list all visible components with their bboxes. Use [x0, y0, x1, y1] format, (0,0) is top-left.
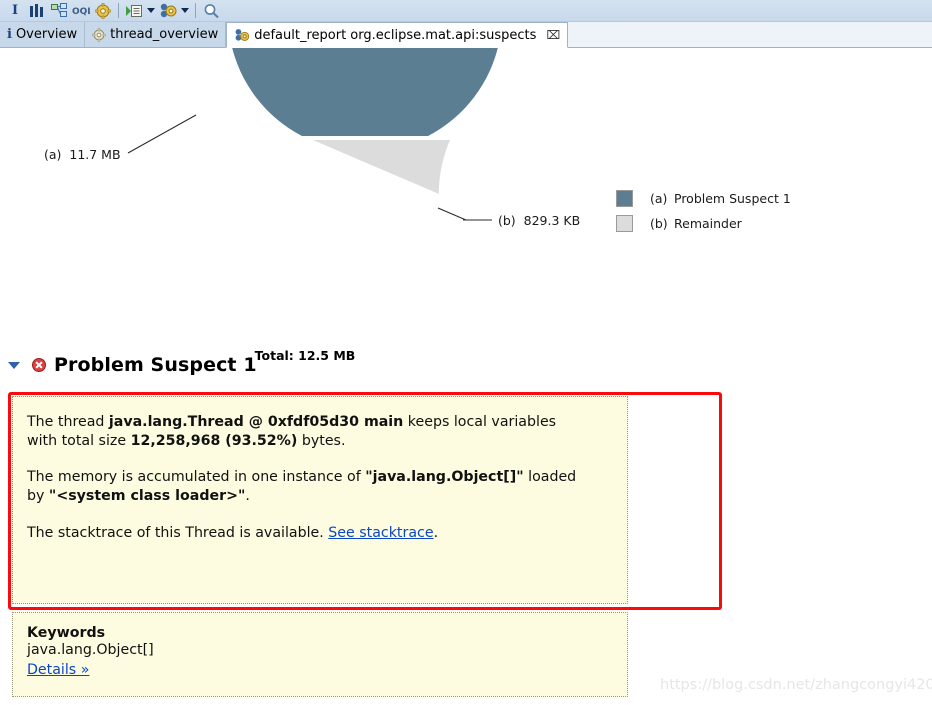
legend-label: Remainder: [674, 216, 742, 231]
keywords-box: Keywords java.lang.Object[] Details »: [12, 612, 628, 697]
desc-p3-b: .: [433, 524, 439, 541]
pie-callout-a: (a) 11.7 MB: [44, 147, 121, 162]
description-paragraph-2: The memory is accumulated in one instanc…: [27, 468, 587, 505]
gear-icon: [92, 27, 106, 42]
info-icon: i: [7, 27, 12, 42]
gear-icon[interactable]: [92, 1, 114, 21]
legend-label: Problem Suspect 1: [674, 191, 791, 206]
chevron-down-icon: [181, 8, 189, 13]
report-icon: [235, 28, 250, 41]
legend-key: (a): [650, 191, 668, 206]
tab-label: Overview: [15, 27, 78, 42]
pie-chart-region: (a) 11.7 MB (b) 829.3 KB (a) Problem Sus…: [0, 0, 932, 363]
info-icon[interactable]: I: [4, 1, 26, 21]
legend-key: (b): [650, 216, 668, 231]
chevron-down-icon[interactable]: [8, 361, 20, 369]
desc-p3-a: The stacktrace of this Thread is availab…: [27, 524, 329, 541]
editor-tab-bar: i Overview thread_overview default_repor…: [0, 22, 932, 48]
tab-default-report[interactable]: default_report org.eclipse.mat.api:suspe…: [226, 22, 569, 48]
chevron-down-icon: [147, 8, 155, 13]
callout-line-a: [127, 114, 197, 154]
pie-callout-a-value: 11.7 MB: [69, 147, 121, 162]
page-title: Problem Suspect 1: [54, 354, 257, 376]
pie-callout-b-value: 829.3 KB: [523, 213, 581, 228]
toolbar-separator-1: [118, 3, 119, 18]
histogram-icon[interactable]: [26, 1, 48, 21]
close-icon[interactable]: ⌧: [546, 29, 560, 41]
tab-label: thread_overview: [110, 27, 219, 42]
desc-p1-e: bytes.: [297, 432, 346, 449]
legend-item-remainder: (b) Remainder: [616, 211, 791, 236]
tab-bar-filler: [568, 22, 932, 47]
desc-p1-a: The thread: [27, 414, 109, 430]
tab-thread-overview[interactable]: thread_overview: [85, 22, 227, 47]
see-stacktrace-link[interactable]: See stacktrace: [328, 525, 433, 541]
run-expert-system-icon[interactable]: [123, 1, 145, 21]
thread-identifier: java.lang.Thread @ 0xfdf05d30 main: [108, 414, 404, 430]
class-loader: "<system class loader>": [48, 488, 246, 505]
query-browser-icon[interactable]: [157, 1, 179, 21]
chart-legend: (a) Problem Suspect 1 (b) Remainder: [616, 186, 791, 236]
oql-icon[interactable]: OQL: [70, 1, 92, 21]
dominator-tree-icon[interactable]: [48, 1, 70, 21]
legend-swatch: [616, 190, 633, 207]
callout-line-b2: [437, 207, 467, 221]
info-icon-glyph: I: [11, 3, 19, 18]
error-icon: [32, 358, 46, 372]
desc-p2-a: The memory is accumulated in one instanc…: [27, 469, 366, 486]
details-link[interactable]: Details »: [27, 662, 89, 678]
description-paragraph-3: The stacktrace of this Thread is availab…: [27, 524, 587, 543]
tab-overview[interactable]: i Overview: [0, 22, 86, 47]
problem-suspect-section-header[interactable]: Problem Suspect 1: [0, 348, 932, 382]
application-window: I OQL: [0, 0, 932, 705]
pie-callout-b-key: (b): [498, 213, 516, 228]
run-expert-system-dropdown-icon[interactable]: [145, 1, 157, 21]
description-paragraph-1: The thread java.lang.Thread @ 0xfdf05d30…: [27, 413, 587, 450]
pie-chart: [127, 0, 502, 221]
search-icon[interactable]: [200, 1, 222, 21]
retained-size-value: 12,258,968 (93.52%): [130, 432, 298, 449]
main-toolbar: I OQL: [0, 0, 932, 22]
query-browser-dropdown-icon[interactable]: [179, 1, 191, 21]
pie-slice-problem-suspect-1: [228, 0, 502, 136]
desc-p2-e: .: [245, 488, 250, 505]
svg-text:OQL: OQL: [72, 7, 90, 17]
accumulating-class: "java.lang.Object[]": [365, 469, 524, 486]
legend-item-problem-suspect-1: (a) Problem Suspect 1: [616, 186, 791, 211]
legend-swatch: [616, 215, 633, 232]
pie-slice-remainder: [313, 140, 450, 194]
problem-description-box: The thread java.lang.Thread @ 0xfdf05d30…: [12, 396, 628, 604]
keywords-value: java.lang.Object[]: [27, 642, 154, 658]
toolbar-separator-2: [195, 3, 196, 18]
watermark: https://blog.csdn.net/zhangcongyi420: [660, 677, 932, 693]
keywords-heading: Keywords: [27, 625, 106, 641]
pie-callout-a-key: (a): [44, 147, 62, 162]
tab-label: default_report org.eclipse.mat.api:suspe…: [254, 27, 537, 43]
pie-callout-b: (b) 829.3 KB: [498, 213, 580, 228]
